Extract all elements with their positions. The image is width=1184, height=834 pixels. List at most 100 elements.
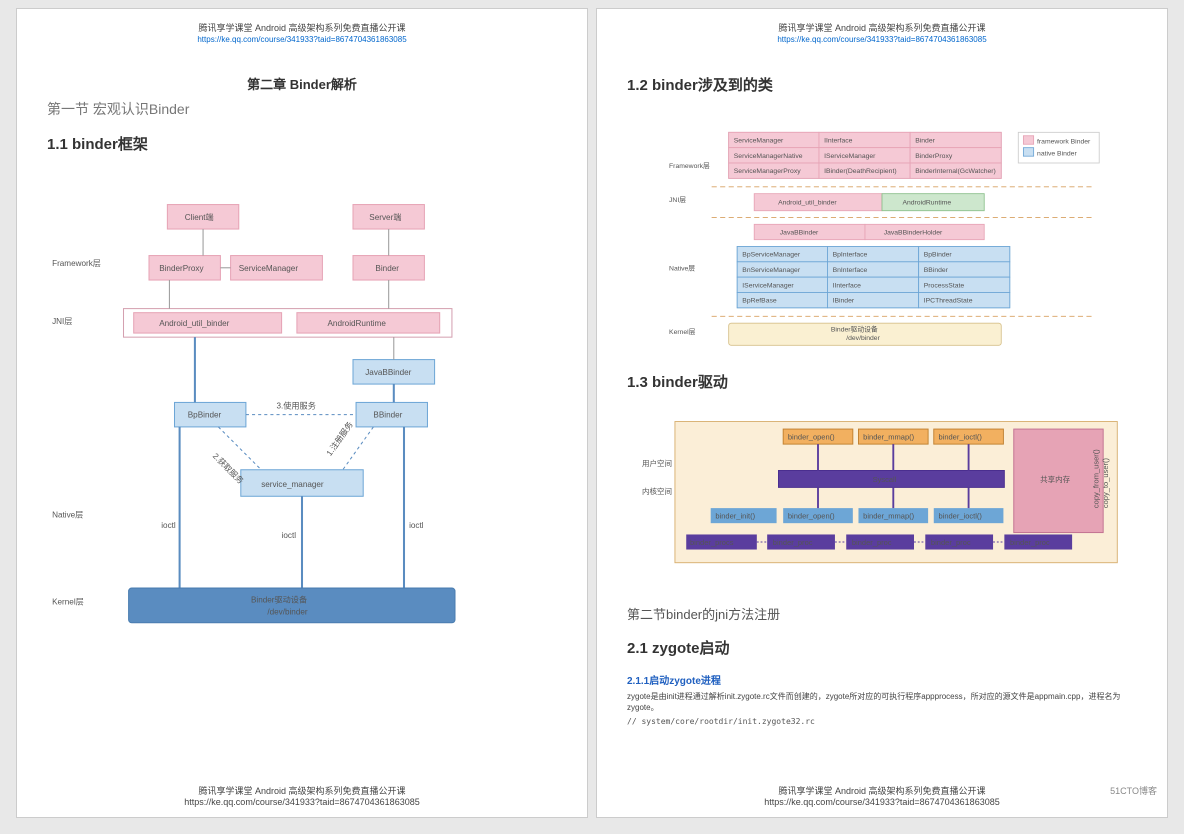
svg-text:IServiceManager: IServiceManager — [742, 282, 794, 289]
svg-text:Server端: Server端 — [369, 212, 401, 222]
svg-text:ServiceManager: ServiceManager — [734, 138, 784, 145]
diagram-binder-driver: 用户空间 内核空间 binder_open() binder_mmap() bi… — [627, 414, 1137, 574]
svg-text:Syscall: Syscall — [873, 475, 897, 484]
svg-text:native Binder: native Binder — [1037, 150, 1077, 157]
svg-text:/dev/binder: /dev/binder — [267, 608, 308, 617]
svg-text:binder_proc: binder_proc — [931, 538, 971, 547]
svg-text:ServiceManagerProxy: ServiceManagerProxy — [734, 168, 801, 175]
svg-text:共享内存: 共享内存 — [1040, 474, 1071, 484]
svg-text:copy_to_user(): copy_to_user() — [1101, 457, 1110, 508]
svg-text:Binder: Binder — [375, 264, 399, 273]
heading-1-2: 1.2 binder涉及到的类 — [627, 74, 1137, 95]
footer-title: 腾讯享学课堂 Android 高级架构系列免费直播公开课 — [17, 784, 587, 797]
footer-title: 腾讯享学课堂 Android 高级架构系列免费直播公开课 — [597, 784, 1167, 797]
svg-text:3.使用服务: 3.使用服务 — [277, 401, 316, 411]
header-2: 腾讯享学课堂 Android 高级架构系列免费直播公开课 https://ke.… — [627, 21, 1137, 44]
diagram-binder-classes: Framework层 JNI层 Native层 Kernel层 ServiceM… — [627, 117, 1137, 347]
svg-text:Binder: Binder — [915, 138, 935, 145]
svg-text:BinderProxy: BinderProxy — [159, 264, 204, 273]
svg-text:ProcessState: ProcessState — [924, 282, 965, 289]
svg-text:ioctl: ioctl — [409, 521, 424, 530]
svg-text:IInterface: IInterface — [824, 138, 853, 145]
svg-text:binder_proc: binder_proc — [852, 538, 892, 547]
svg-text:1.注册服务: 1.注册服务 — [324, 420, 355, 458]
zygote-path: // system/core/rootdir/init.zygote32.rc — [627, 717, 1137, 726]
svg-text:ServiceManager: ServiceManager — [239, 264, 299, 273]
svg-text:binder_init(): binder_init() — [715, 511, 755, 520]
heading-2-1: 2.1 zygote启动 — [627, 637, 1137, 658]
header-url[interactable]: https://ke.qq.com/course/341933?taid=867… — [777, 35, 986, 44]
svg-text:JavaBBinder: JavaBBinder — [365, 368, 411, 377]
svg-text:JavaBBinder: JavaBBinder — [780, 230, 819, 237]
svg-text:BinderInternal(GcWatcher): BinderInternal(GcWatcher) — [915, 168, 996, 175]
svg-text:Native层: Native层 — [669, 264, 695, 272]
svg-text:IBinder: IBinder — [833, 298, 855, 305]
svg-text:BpBinder: BpBinder — [188, 411, 222, 420]
svg-text:ioctl: ioctl — [282, 531, 297, 540]
svg-text:BinderProxy: BinderProxy — [915, 153, 953, 160]
svg-text:用户空间: 用户空间 — [642, 458, 672, 468]
header-title: 腾讯享学课堂 Android 高级架构系列免费直播公开课 — [47, 21, 557, 34]
svg-text:BpBinder: BpBinder — [924, 252, 953, 259]
svg-text:Framework层: Framework层 — [52, 259, 101, 268]
diagram-binder-framework: Framework层 JNI层 Native层 Kernel层 Client端 … — [47, 176, 557, 645]
svg-text:Kernel层: Kernel层 — [669, 328, 696, 336]
svg-text:binder_proc: binder_proc — [1010, 538, 1050, 547]
svg-text:BpInterface: BpInterface — [833, 252, 868, 259]
section-2-title: 第二节binder的jni方法注册 — [627, 604, 1137, 623]
svg-text:Framework层: Framework层 — [669, 162, 710, 170]
svg-text:binder_open(): binder_open() — [788, 432, 835, 441]
svg-text:/dev/binder: /dev/binder — [846, 335, 880, 342]
svg-text:AndroidRuntime: AndroidRuntime — [902, 200, 951, 207]
svg-text:framework Binder: framework Binder — [1037, 138, 1091, 145]
svg-text:ioctl: ioctl — [161, 521, 176, 530]
header-url[interactable]: https://ke.qq.com/course/341933?taid=867… — [197, 35, 406, 44]
svg-text:BpServiceManager: BpServiceManager — [742, 252, 801, 259]
svg-text:AndroidRuntime: AndroidRuntime — [327, 319, 386, 328]
svg-text:BnServiceManager: BnServiceManager — [742, 267, 801, 274]
page-1: 腾讯享学课堂 Android 高级架构系列免费直播公开课 https://ke.… — [16, 8, 588, 818]
svg-text:binder_ioctl(): binder_ioctl() — [938, 432, 982, 441]
footer-2: 腾讯享学课堂 Android 高级架构系列免费直播公开课 https://ke.… — [597, 784, 1167, 807]
svg-text:Binder驱动设备: Binder驱动设备 — [831, 325, 878, 334]
svg-text:Binder驱动设备: Binder驱动设备 — [251, 594, 307, 604]
footer: 腾讯享学课堂 Android 高级架构系列免费直播公开课 https://ke.… — [17, 784, 587, 807]
footer-url[interactable]: https://ke.qq.com/course/341933?taid=867… — [764, 797, 999, 807]
svg-text:BBinder: BBinder — [373, 411, 402, 420]
svg-text:IInterface: IInterface — [833, 282, 862, 289]
heading-1-1: 1.1 binder框架 — [47, 133, 557, 154]
svg-text:2.获取服务: 2.获取服务 — [211, 451, 246, 486]
svg-text:copy_from_user(): copy_from_user() — [1091, 449, 1100, 508]
chapter-title: 第二章 Binder解析 — [47, 74, 557, 93]
svg-text:BpRefBase: BpRefBase — [742, 298, 777, 305]
footer-url[interactable]: https://ke.qq.com/course/341933?taid=867… — [184, 797, 419, 807]
section-1-title: 第一节 宏观认识Binder — [47, 99, 557, 119]
svg-text:binder_open(): binder_open() — [788, 511, 835, 520]
svg-text:Android_util_binder: Android_util_binder — [159, 319, 229, 328]
svg-text:BBinder: BBinder — [924, 267, 949, 274]
svg-text:Kernel层: Kernel层 — [52, 597, 84, 606]
zygote-description: zygote是由init进程通过解析init.zygote.rc文件而创建的，z… — [627, 691, 1137, 713]
svg-text:binder_proc: binder_proc — [773, 538, 813, 547]
header: 腾讯享学课堂 Android 高级架构系列免费直播公开课 https://ke.… — [47, 21, 557, 44]
svg-text:service_manager: service_manager — [261, 480, 324, 489]
svg-text:Native层: Native层 — [52, 511, 83, 520]
svg-text:Android_util_binder: Android_util_binder — [778, 200, 837, 207]
page-2: 腾讯享学课堂 Android 高级架构系列免费直播公开课 https://ke.… — [596, 8, 1168, 818]
svg-text:BnInterface: BnInterface — [833, 267, 868, 274]
svg-text:JNI层: JNI层 — [52, 317, 72, 326]
svg-text:内核空间: 内核空间 — [642, 486, 672, 496]
svg-text:IBinder(DeathRecipient): IBinder(DeathRecipient) — [824, 168, 897, 175]
heading-2-1-1: 2.1.1启动zygote进程 — [627, 672, 1137, 687]
heading-1-3: 1.3 binder驱动 — [627, 371, 1137, 392]
svg-text:IPCThreadState: IPCThreadState — [924, 298, 973, 305]
svg-text:binder_ioctl(): binder_ioctl() — [938, 511, 982, 520]
svg-text:Client端: Client端 — [185, 212, 214, 222]
svg-text:ServiceManagerNative: ServiceManagerNative — [734, 153, 803, 160]
header-title: 腾讯享学课堂 Android 高级架构系列免费直播公开课 — [627, 21, 1137, 34]
svg-text:binder_procs: binder_procs — [690, 538, 734, 547]
svg-text:IServiceManager: IServiceManager — [824, 153, 876, 160]
svg-text:binder_mmap(): binder_mmap() — [863, 511, 914, 520]
svg-text:binder_mmap(): binder_mmap() — [863, 432, 914, 441]
svg-text:JavaBBinderHolder: JavaBBinderHolder — [884, 230, 943, 237]
